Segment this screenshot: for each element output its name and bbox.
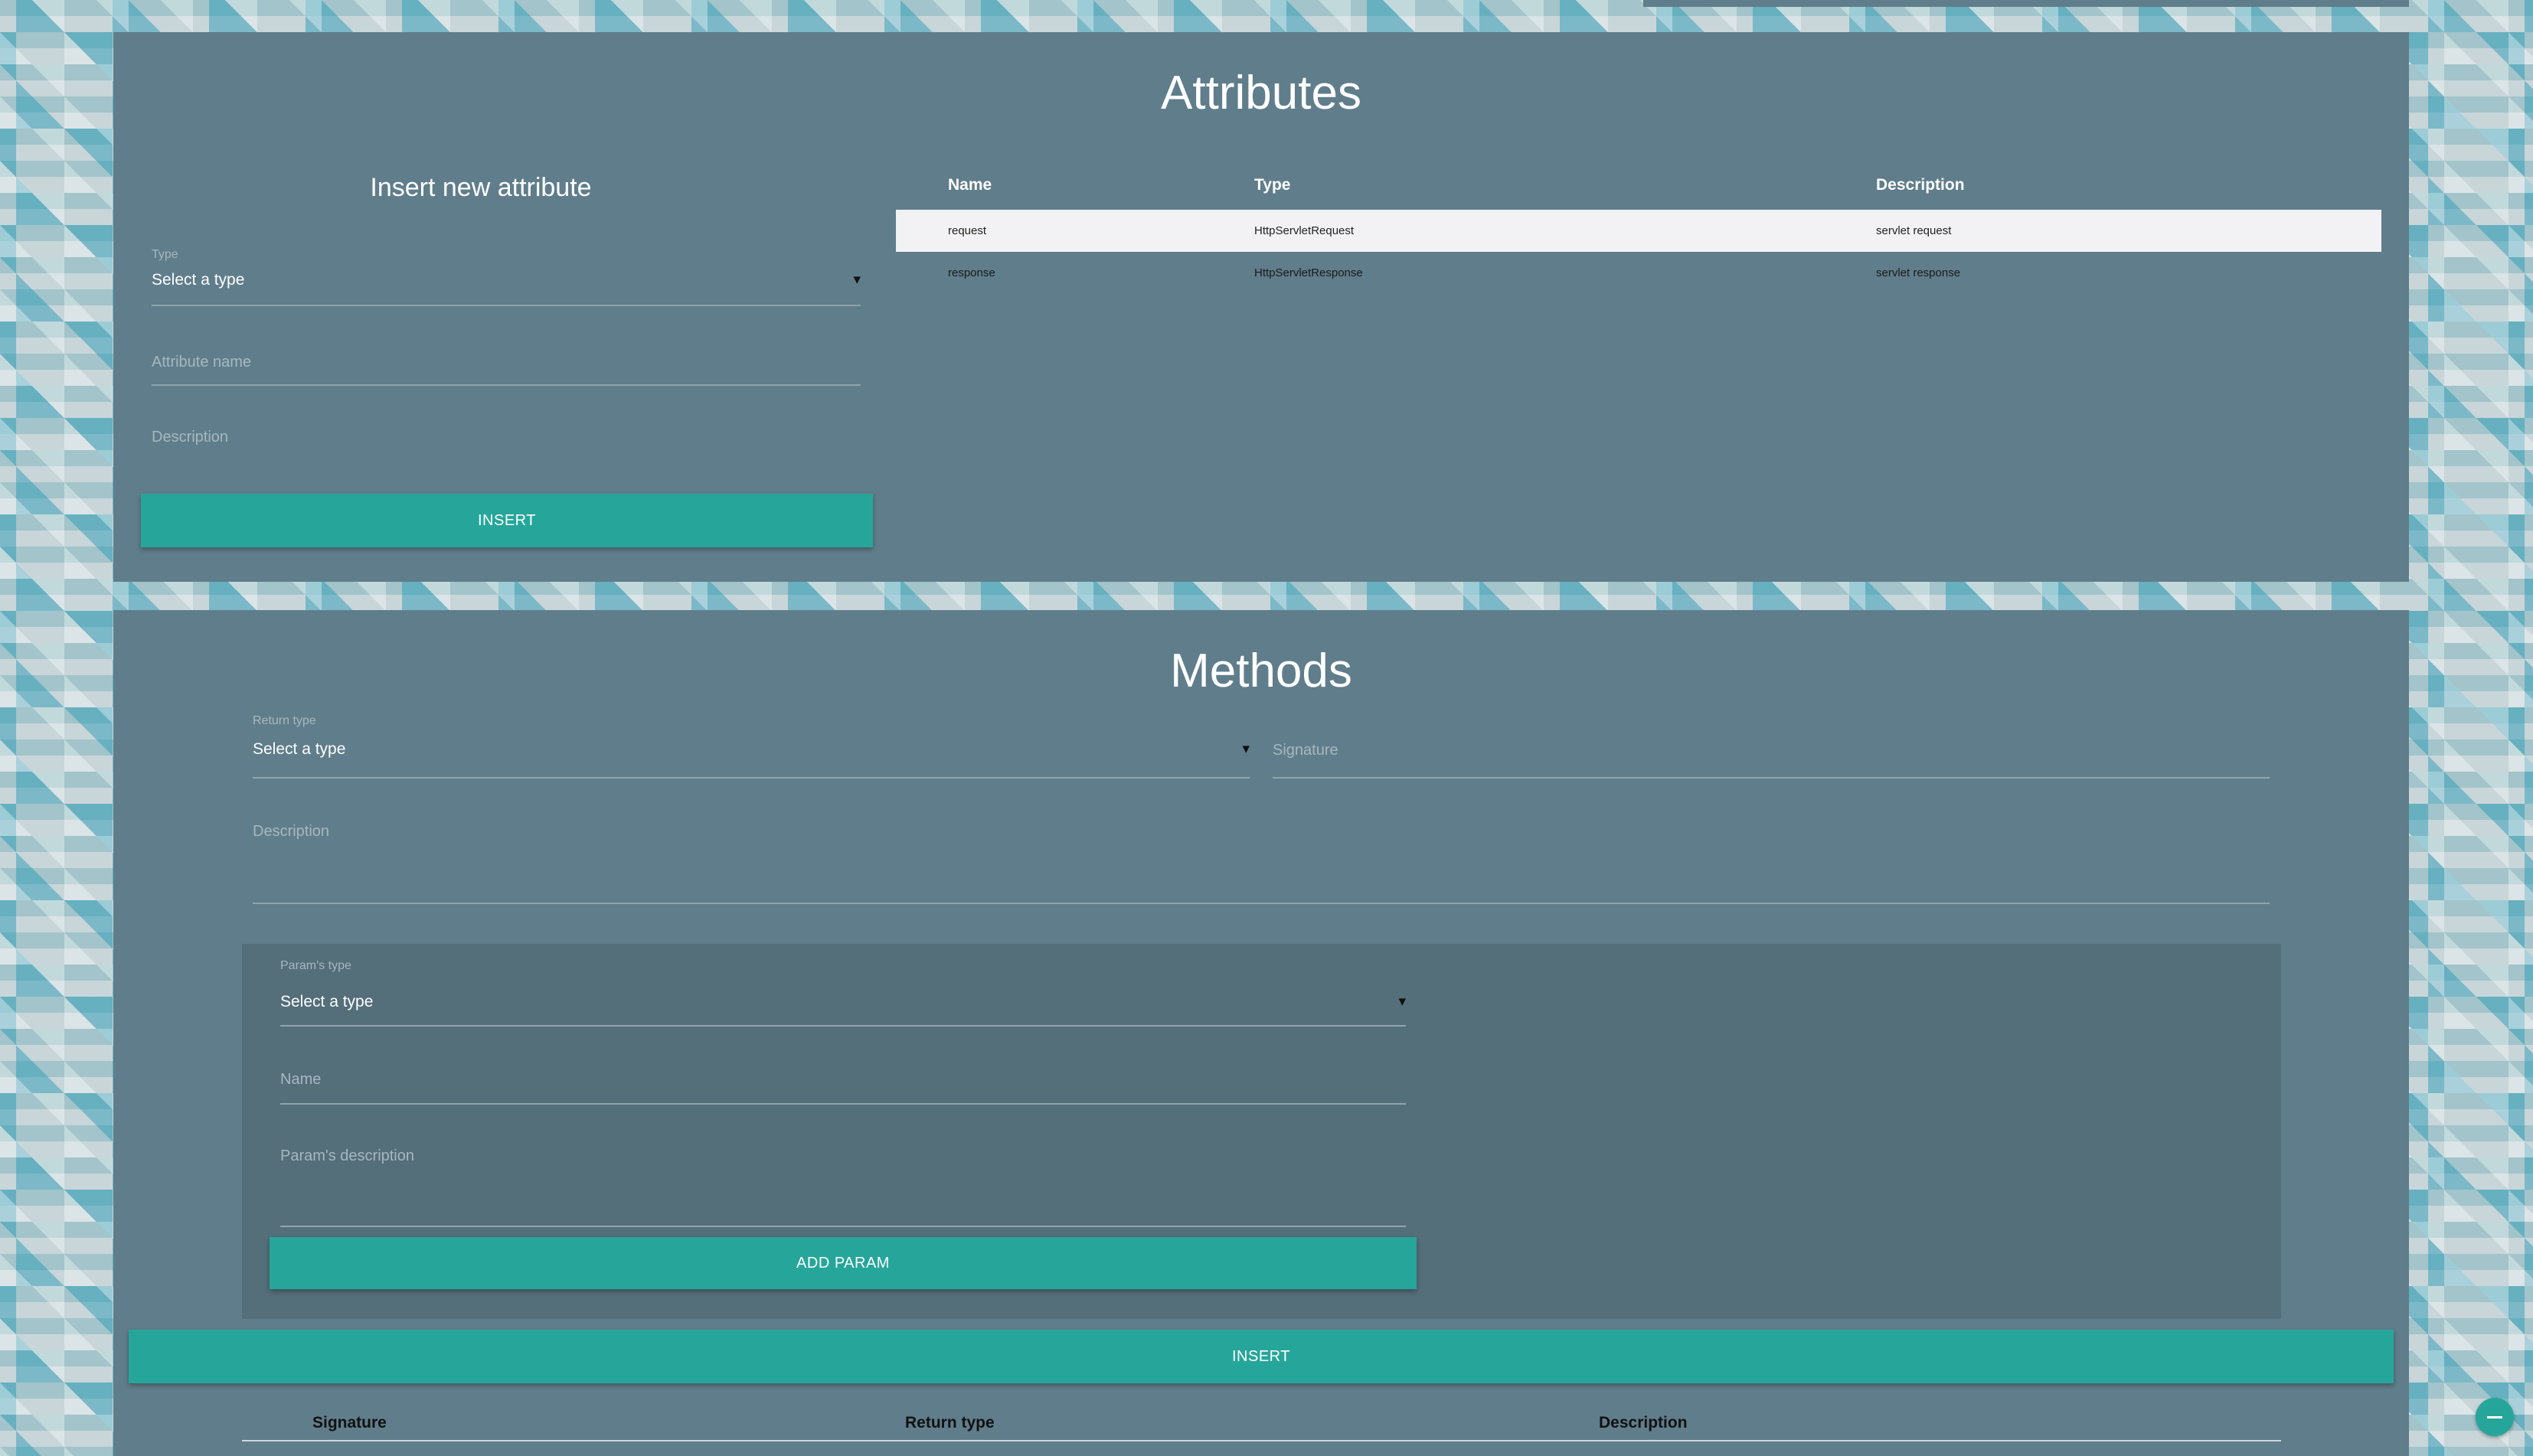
return-type-value: Select a type — [253, 740, 346, 758]
column-header-signature: Signature — [312, 1414, 387, 1432]
attribute-name-input[interactable]: Attribute name — [152, 317, 861, 386]
insert-method-button[interactable]: INSERT — [129, 1330, 2394, 1383]
param-description-input[interactable]: Param's description — [280, 1115, 1406, 1227]
cell-description: servlet request — [1876, 224, 1952, 237]
return-type-select[interactable]: Return type Select a type ▾ — [253, 710, 1250, 779]
column-header-description: Description — [1599, 1414, 1688, 1432]
table-row[interactable]: response HttpServletResponse servlet res… — [896, 252, 2381, 294]
attribute-description-placeholder: Description — [152, 429, 229, 446]
param-type-value: Select a type — [280, 993, 374, 1010]
insert-attribute-button[interactable]: INSERT — [141, 494, 873, 547]
table-row[interactable]: request HttpServletRequest servlet reque… — [896, 210, 2381, 252]
insert-attribute-title: Insert new attribute — [370, 173, 592, 202]
top-strip — [1643, 0, 2409, 7]
cell-name: response — [948, 266, 995, 279]
chevron-down-icon: ▾ — [1398, 994, 1406, 1010]
cell-type: HttpServletRequest — [1254, 224, 1355, 237]
chevron-down-icon: ▾ — [853, 272, 861, 288]
param-form: Param's type Select a type ▾ Name Param'… — [242, 944, 2281, 1319]
column-header-type: Type — [1254, 176, 1291, 194]
attribute-type-value: Select a type — [152, 271, 245, 289]
param-name-placeholder: Name — [280, 1071, 322, 1088]
column-header-description: Description — [1876, 176, 1965, 194]
param-name-input[interactable]: Name — [280, 1037, 1406, 1105]
attribute-type-label: Type — [152, 248, 178, 261]
method-description-input[interactable]: Description — [253, 792, 2270, 904]
param-type-label: Param's type — [280, 959, 351, 972]
methods-table-header: Signature Return type Description — [242, 1408, 2281, 1441]
methods-panel: Methods Return type Select a type ▾ Sign… — [113, 610, 2409, 1456]
return-type-label: Return type — [253, 714, 316, 727]
signature-input[interactable]: Signature — [1273, 710, 2270, 779]
param-description-placeholder: Param's description — [280, 1147, 414, 1164]
minus-icon[interactable] — [2476, 1398, 2514, 1436]
param-type-select[interactable]: Param's type Select a type ▾ — [280, 952, 1406, 1027]
minus-icon-bar — [2487, 1416, 2502, 1418]
column-header-return-type: Return type — [905, 1414, 995, 1432]
column-header-name: Name — [948, 176, 992, 194]
method-description-placeholder: Description — [253, 823, 330, 840]
signature-placeholder: Signature — [1273, 742, 1338, 759]
cell-name: request — [948, 224, 987, 237]
cell-type: HttpServletResponse — [1254, 266, 1363, 279]
cell-description: servlet response — [1876, 266, 1961, 279]
attribute-type-select[interactable]: Type Select a type ▾ — [152, 213, 861, 306]
chevron-down-icon: ▾ — [1242, 741, 1250, 757]
add-param-button[interactable]: ADD PARAM — [270, 1237, 1417, 1289]
methods-title: Methods — [1170, 645, 1352, 697]
attributes-panel: Attributes Insert new attribute Type Sel… — [113, 32, 2409, 582]
attribute-name-placeholder: Attribute name — [152, 354, 252, 371]
attributes-title: Attributes — [1161, 67, 1361, 119]
